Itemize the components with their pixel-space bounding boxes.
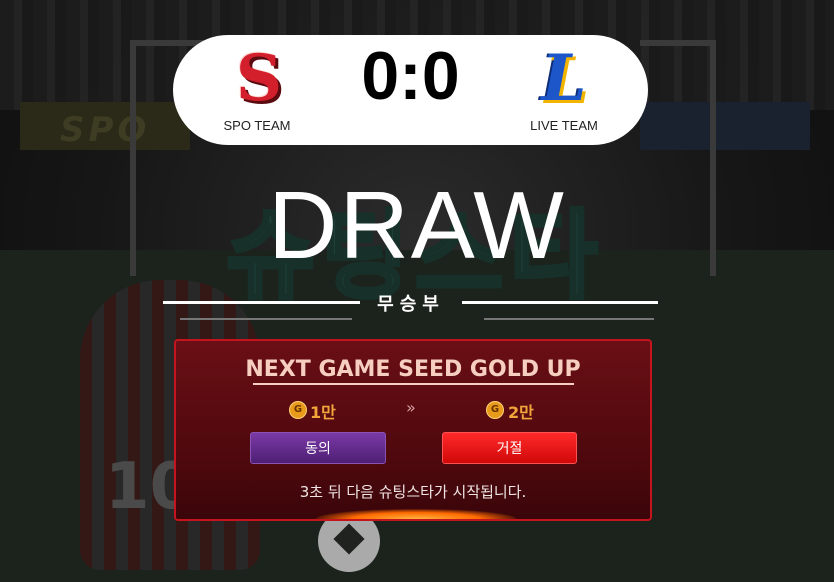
away-team-logo: L bbox=[541, 40, 587, 116]
glow-effect bbox=[316, 509, 516, 519]
divider-right-secondary bbox=[484, 318, 654, 320]
next-game-panel: NEXT GAME SEED GOLD UP G 1만 » G 2만 동의 거절… bbox=[174, 339, 652, 521]
home-team-name: SPO TEAM bbox=[223, 118, 291, 133]
divider-left-secondary bbox=[180, 318, 352, 320]
score: 0:0 bbox=[361, 38, 460, 114]
result-subtitle: 무승부 bbox=[377, 294, 445, 315]
home-team-logo: S bbox=[235, 40, 283, 116]
scoreboard: S SPO TEAM 0:0 L LIVE TEAM bbox=[173, 35, 648, 145]
gold-coin-icon: G bbox=[486, 401, 504, 419]
title-underline bbox=[253, 383, 574, 385]
current-seed-gold: 1만 bbox=[310, 403, 336, 422]
gold-coin-icon: G bbox=[289, 401, 307, 419]
decline-button[interactable]: 거절 bbox=[442, 432, 577, 464]
result-headline: DRAW bbox=[268, 172, 566, 279]
away-team-name: LIVE TEAM bbox=[530, 118, 598, 133]
next-seed-gold: 2만 bbox=[508, 403, 534, 422]
agree-button[interactable]: 동의 bbox=[250, 432, 386, 464]
countdown-message: 3초 뒤 다음 슈팅스타가 시작됩니다. bbox=[299, 483, 527, 501]
double-arrow-icon: » bbox=[406, 398, 416, 417]
divider-right bbox=[462, 301, 658, 304]
divider-left bbox=[163, 301, 360, 304]
panel-title: NEXT GAME SEED GOLD UP bbox=[245, 357, 581, 382]
